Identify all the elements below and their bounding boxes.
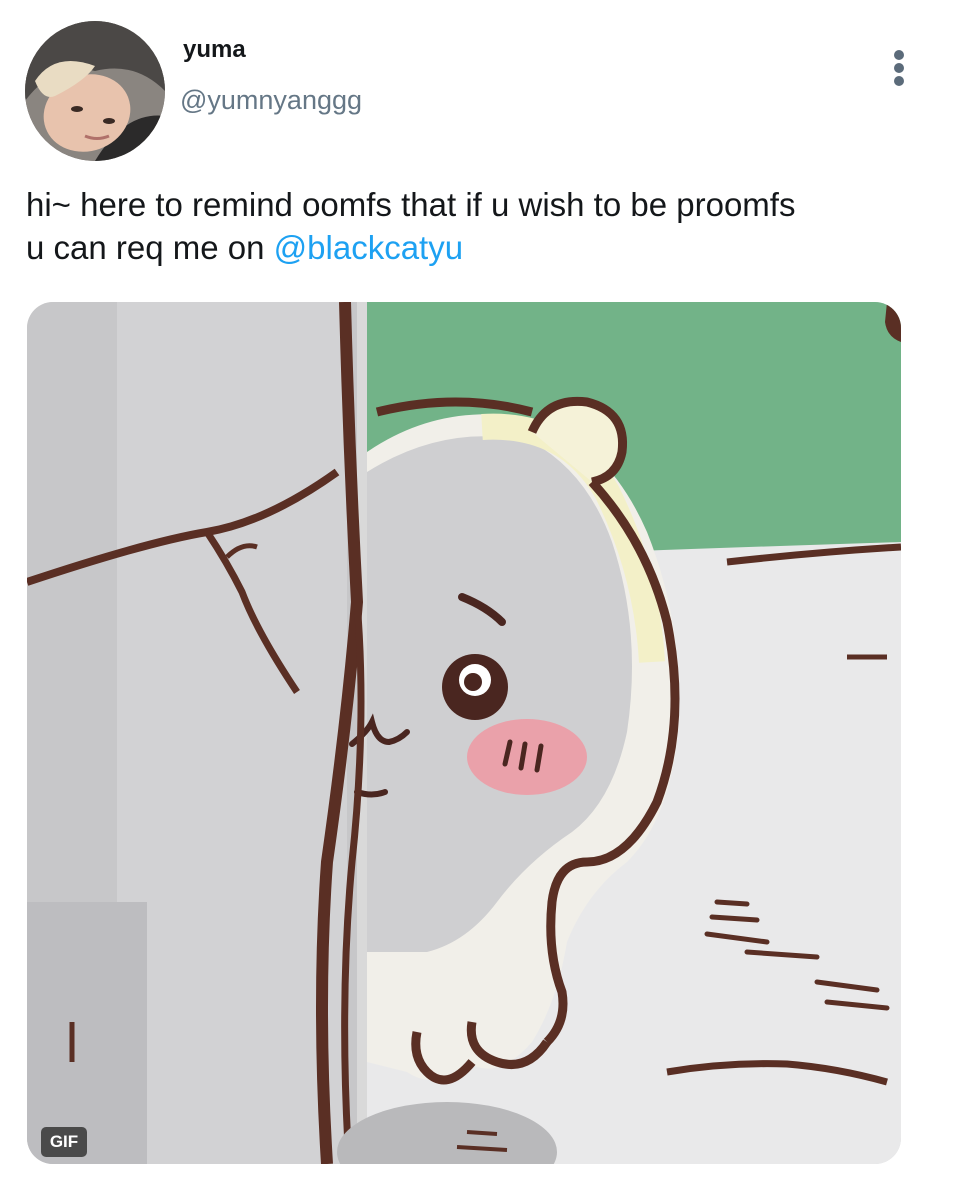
- gif-illustration: [27, 302, 901, 1164]
- author-display-name[interactable]: yuma: [183, 36, 246, 64]
- mention-link[interactable]: @blackcatyu: [274, 229, 463, 266]
- gif-badge: GIF: [41, 1127, 87, 1157]
- gif-media[interactable]: [27, 302, 901, 1164]
- tweet-card: yuma @yumnyanggg hi~ here to remind oomf…: [0, 0, 954, 1200]
- author-avatar[interactable]: [25, 21, 165, 161]
- author-handle[interactable]: @yumnyanggg: [180, 84, 362, 116]
- vertical-ellipsis-icon: [894, 50, 904, 60]
- more-options-button[interactable]: [884, 46, 914, 88]
- vertical-ellipsis-icon: [894, 76, 904, 86]
- tweet-text: hi~ here to remind oomfs that if u wish …: [26, 183, 941, 269]
- vertical-ellipsis-icon: [894, 63, 904, 73]
